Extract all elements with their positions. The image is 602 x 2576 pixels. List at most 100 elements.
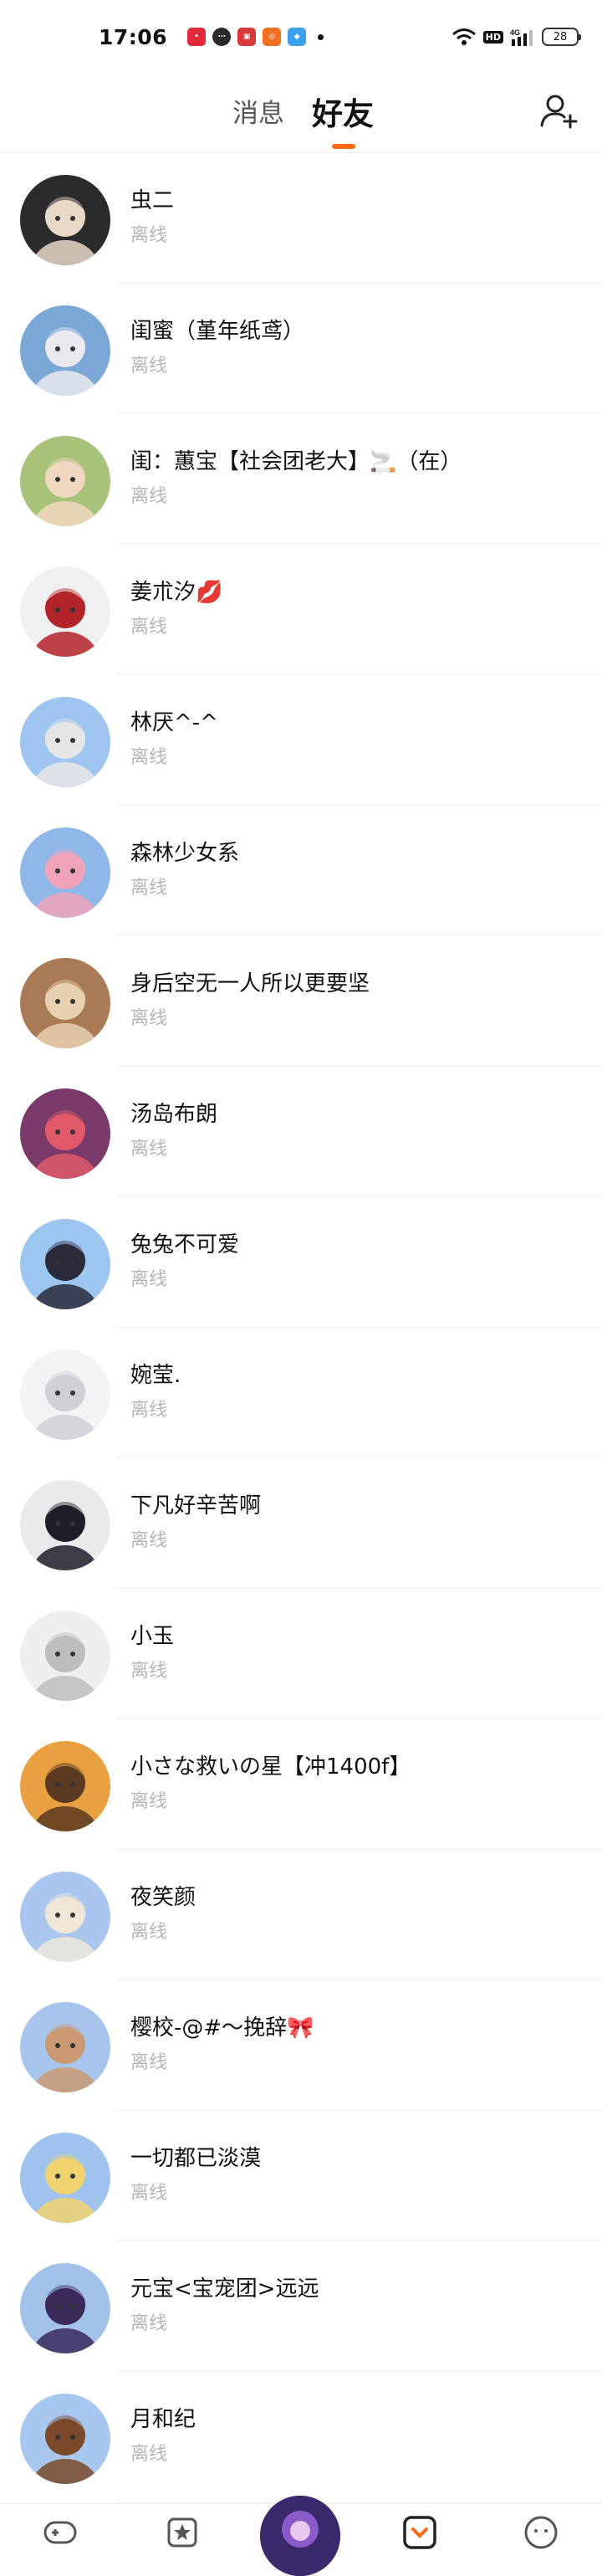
friend-avatar[interactable] xyxy=(20,1088,110,1179)
friend-row[interactable]: 婉莹. 离线 xyxy=(0,1328,602,1458)
gamepad-icon[interactable] xyxy=(42,2514,79,2551)
friend-avatar[interactable] xyxy=(20,1611,110,1701)
app-notification-icon-3: ◆ xyxy=(288,28,307,46)
friend-status: 离线 xyxy=(130,1791,168,1812)
friend-name: 夜笑颜 xyxy=(130,1885,196,1910)
friend-row[interactable]: 森林少女系 离线 xyxy=(0,806,602,936)
friend-name: 汤岛布朗 xyxy=(130,1102,218,1127)
friend-text: 一切都已淡漠 离线 xyxy=(130,2144,261,2206)
active-tab-indicator xyxy=(332,144,355,149)
friend-row[interactable]: 闺：蕙宝【社会团老大】🚬（在） 离线 xyxy=(0,414,602,545)
friend-row[interactable]: 小さな救いの星【冲1400f】离线 xyxy=(0,1719,602,1850)
friend-name: 虫二 xyxy=(130,188,175,213)
friend-name: 婉莹. xyxy=(130,1363,181,1388)
friend-status: 离线 xyxy=(130,1400,168,1421)
friend-status: 离线 xyxy=(130,486,168,507)
friend-avatar[interactable] xyxy=(20,566,110,657)
news-icon: ▣ xyxy=(237,28,257,46)
friend-text: 闺蜜（堇年纸鸢） 离线 xyxy=(130,317,304,379)
friend-name: 兔兔不可爱 xyxy=(130,1232,240,1257)
friend-avatar[interactable] xyxy=(20,827,110,918)
friend-avatar[interactable] xyxy=(20,1349,110,1440)
friend-text: 林厌^-^ 离线 xyxy=(130,709,218,771)
friend-list: 虫二 离线 闺蜜（堇年纸鸢） 离线 闺：蕙宝【社会团老大】🚬（在） 离线 姜朮汐💋 离线 林厌^… xyxy=(0,153,602,2502)
friend-row[interactable]: 汤岛布朗 离线 xyxy=(0,1067,602,1197)
friend-avatar[interactable] xyxy=(20,2394,110,2484)
header: 消息 好友 xyxy=(0,74,602,153)
friend-text: 闺：蕙宝【社会团老大】🚬（在） 离线 xyxy=(130,448,462,510)
friend-text: 下凡好辛苦啊 离线 xyxy=(130,1492,261,1554)
tab-friends[interactable]: 好友 xyxy=(312,89,374,134)
friend-name: 下凡好辛苦啊 xyxy=(130,1493,262,1518)
friend-status: 离线 xyxy=(130,1269,168,1290)
friend-row[interactable]: 下凡好辛苦啊 离线 xyxy=(0,1458,602,1589)
friend-row[interactable]: 兔兔不可爱 离线 xyxy=(0,1197,602,1328)
friends-icon[interactable] xyxy=(401,2514,438,2551)
friend-row[interactable]: 身后空无一人所以更要坚离线 xyxy=(0,936,602,1067)
center-avatar-icon[interactable] xyxy=(260,2496,340,2576)
friend-status: 离线 xyxy=(130,747,168,768)
friend-text: 姜朮汐💋 离线 xyxy=(130,578,222,640)
friend-name: 身后空无一人所以更要坚 xyxy=(130,971,370,996)
friend-row[interactable]: 元宝<宝宠团>远远离线 xyxy=(0,2241,602,2372)
friend-text: 虫二 离线 xyxy=(130,187,174,248)
more-notifications-dot xyxy=(318,33,324,40)
wechat-icon: ⋯ xyxy=(212,28,232,46)
friend-row[interactable]: 樱校-@#～挽辞🎀 离线 xyxy=(0,1980,602,2111)
hd-badge: HD xyxy=(482,30,503,44)
friend-text: 婉莹. 离线 xyxy=(130,1361,181,1423)
friend-avatar[interactable] xyxy=(20,2263,110,2353)
friend-status: 离线 xyxy=(130,2052,168,2073)
friend-name: 闺：蕙宝【社会团老大】🚬（在） xyxy=(130,449,462,474)
friend-status: 离线 xyxy=(130,225,168,246)
friend-row[interactable]: 一切都已淡漠 离线 xyxy=(0,2111,602,2241)
star-icon[interactable] xyxy=(164,2514,201,2551)
bottom-nav xyxy=(0,2496,602,2576)
friend-name: 森林少女系 xyxy=(130,841,240,866)
friend-name: 小さな救いの星【冲1400f】 xyxy=(130,1754,411,1780)
friend-row[interactable]: 月和纪 离线 xyxy=(0,2372,602,2502)
friend-avatar[interactable] xyxy=(20,175,110,265)
friend-text: 森林少女系 离线 xyxy=(130,839,239,901)
friend-avatar[interactable] xyxy=(20,2133,110,2223)
friend-avatar[interactable] xyxy=(20,958,110,1048)
friend-row[interactable]: 小玉 离线 xyxy=(0,1589,602,1719)
add-user-icon[interactable] xyxy=(538,90,579,131)
friend-avatar[interactable] xyxy=(20,1872,110,1962)
friend-row[interactable]: 闺蜜（堇年纸鸢） 离线 xyxy=(0,284,602,414)
friend-avatar[interactable] xyxy=(20,436,110,526)
friend-status: 离线 xyxy=(130,2444,168,2465)
app-notification-icon-2: ◎ xyxy=(263,28,282,46)
status-app-icons: • ⋯ ▣ ◎ ◆ xyxy=(187,28,307,46)
friend-name: 闺蜜（堇年纸鸢） xyxy=(130,319,305,344)
friend-text: 兔兔不可爱 离线 xyxy=(130,1231,239,1293)
friend-status: 离线 xyxy=(130,1008,168,1029)
friend-avatar[interactable] xyxy=(20,305,110,396)
friend-avatar[interactable] xyxy=(20,697,110,787)
friend-name: 元宝<宝宠团>远远 xyxy=(130,2276,319,2302)
friend-text: 夜笑颜 离线 xyxy=(130,1883,196,1945)
friend-row[interactable]: 夜笑颜 离线 xyxy=(0,1850,602,1980)
friend-status: 离线 xyxy=(130,1922,168,1943)
friend-status: 离线 xyxy=(130,1139,168,1160)
friend-text: 身后空无一人所以更要坚离线 xyxy=(130,970,370,1032)
friend-avatar[interactable] xyxy=(20,1480,110,1570)
tab-messages[interactable]: 消息 xyxy=(232,92,284,130)
friend-status: 离线 xyxy=(130,1661,168,1682)
friend-row[interactable]: 林厌^-^ 离线 xyxy=(0,675,602,806)
friend-name: 月和纪 xyxy=(130,2407,196,2432)
friend-status: 离线 xyxy=(130,617,168,638)
friend-text: 小玉 离线 xyxy=(130,1622,174,1684)
friend-row[interactable]: 姜朮汐💋 离线 xyxy=(0,545,602,675)
battery-indicator: 28 xyxy=(542,28,581,46)
friend-name: 一切都已淡漠 xyxy=(130,2146,262,2171)
status-time: 17:06 xyxy=(99,24,168,49)
friend-avatar[interactable] xyxy=(20,1741,110,1831)
friend-avatar[interactable] xyxy=(20,1219,110,1309)
friend-text: 小さな救いの星【冲1400f】离线 xyxy=(130,1753,411,1815)
friend-status: 离线 xyxy=(130,2313,168,2334)
friend-row[interactable]: 虫二 离线 xyxy=(0,153,602,284)
friend-avatar[interactable] xyxy=(20,2002,110,2092)
svg-text:4G: 4G xyxy=(510,28,520,37)
face-icon[interactable] xyxy=(523,2514,559,2551)
